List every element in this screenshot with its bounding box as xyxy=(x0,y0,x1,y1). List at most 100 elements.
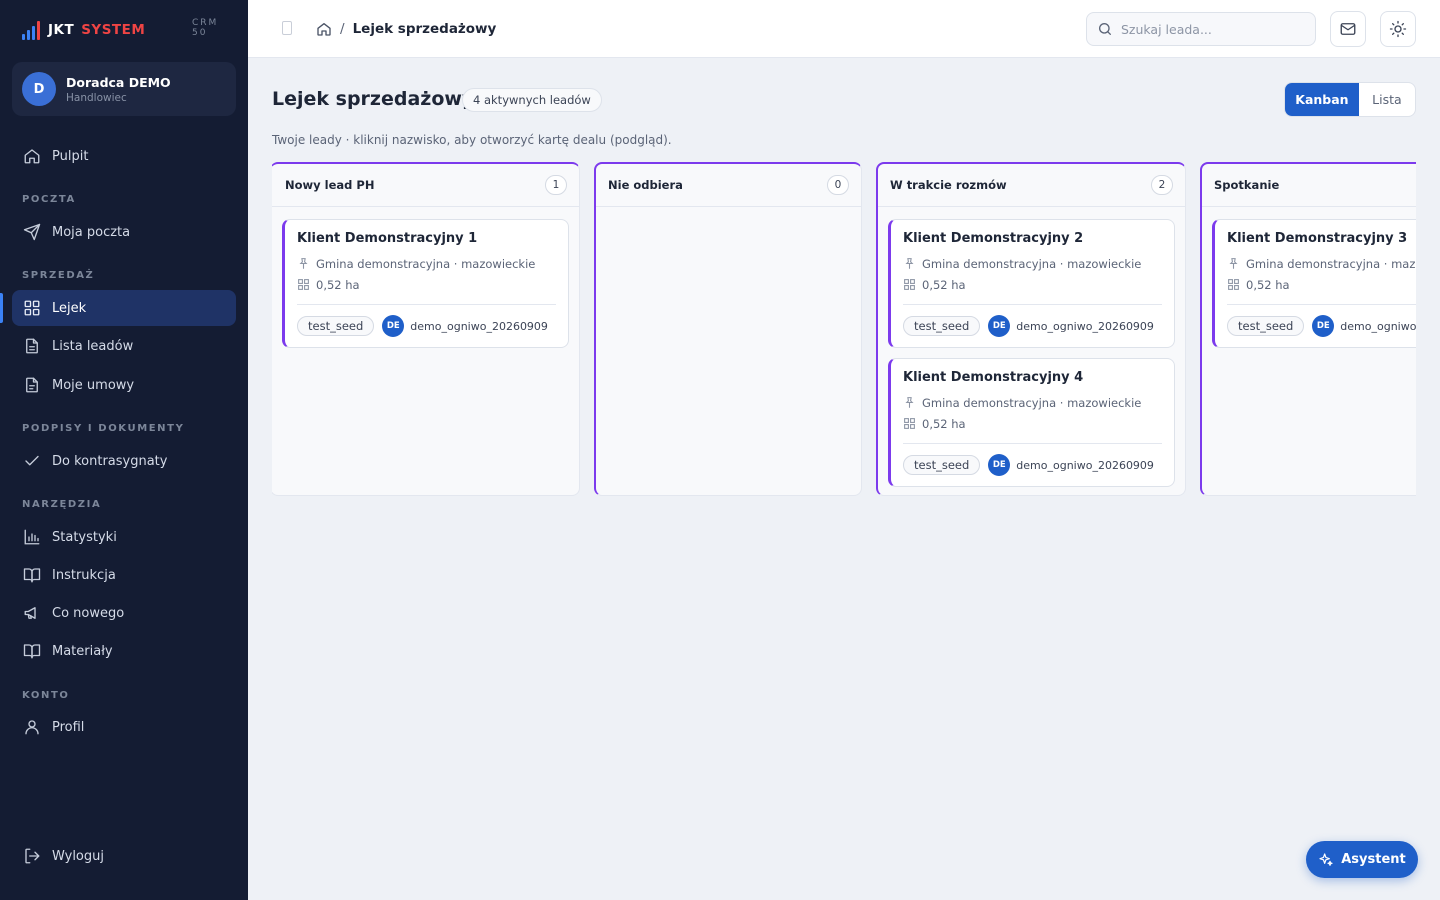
sidebar-item-label: Do kontrasygnaty xyxy=(52,453,168,469)
theme-toggle-button[interactable] xyxy=(1380,11,1416,47)
lead-location: Gmina demonstracyjna · mazowieckie xyxy=(903,253,1162,274)
column-header: Nie odbiera 0 xyxy=(596,164,861,207)
sidebar-item-profil[interactable]: Profil xyxy=(12,709,236,745)
user-role: Handlowiec xyxy=(66,91,127,104)
send-icon xyxy=(23,223,41,241)
column-title: Nowy lead PH xyxy=(285,178,375,192)
document-icon xyxy=(26,338,38,354)
view-kanban-button[interactable]: Kanban xyxy=(1285,83,1359,116)
lead-area: 0,52 ha xyxy=(903,274,1162,295)
sidebar-item-lista[interactable]: Lista leadów xyxy=(12,328,236,364)
column-title: W trakcie rozmów xyxy=(890,178,1007,192)
breadcrumb: / Lejek sprzedażowy xyxy=(316,18,496,40)
page-subtitle: Twoje leady · kliknij nazwisko, aby otwo… xyxy=(272,133,672,147)
sidebar-item-label: Moje umowy xyxy=(52,377,135,393)
home-icon[interactable] xyxy=(316,21,332,37)
kanban-column-spotkanie: Spotkanie Klient Demonstracyjny 3 Gmina … xyxy=(1200,162,1416,496)
sidebar-item-label: Profil xyxy=(52,719,85,735)
owner-name: demo_ogniwo_20260909 xyxy=(1016,458,1154,472)
column-header: W trakcie rozmów 2 xyxy=(878,164,1185,207)
lead-name[interactable]: Klient Demonstracyjny 3 xyxy=(1227,231,1416,246)
logout-button[interactable]: Wyloguj xyxy=(12,838,236,874)
sidebar-item-materialy[interactable]: Materiały xyxy=(12,633,236,669)
lead-area-text: 0,52 ha xyxy=(922,277,966,292)
nav-section-konto: KONTO xyxy=(22,690,70,701)
lead-location-text: Gmina demonstracyjna · mazowieckie xyxy=(316,256,536,271)
sidebar-item-label: Moja poczta xyxy=(52,224,131,240)
assistant-button[interactable]: Asystent xyxy=(1306,841,1418,878)
user-card[interactable]: D Doradca DEMO Handlowiec xyxy=(12,62,236,116)
sidebar-item-label: Materiały xyxy=(52,643,113,659)
mail-button[interactable] xyxy=(1330,11,1366,47)
lead-area: 0,52 ha xyxy=(297,274,556,295)
grid-icon xyxy=(904,279,915,290)
sidebar-item-co-nowego[interactable]: Co nowego xyxy=(12,595,236,631)
owner-name: demo_ogniwo_20260909 xyxy=(410,319,548,333)
sidebar-item-kontrasygnaty[interactable]: Do kontrasygnaty xyxy=(12,443,236,479)
brand-crm-label: CRM 50 xyxy=(192,18,222,38)
view-list-button[interactable]: Lista xyxy=(1359,83,1415,116)
sidebar-item-lejek[interactable]: Lejek xyxy=(0,290,236,326)
lead-name[interactable]: Klient Demonstracyjny 4 xyxy=(903,370,1162,385)
book-icon xyxy=(23,644,41,659)
kanban-column-nie-odbiera: Nie odbiera 0 xyxy=(594,162,862,496)
lead-card[interactable]: Klient Demonstracyjny 2 Gmina demonstrac… xyxy=(888,219,1175,348)
assistant-label: Asystent xyxy=(1341,852,1406,867)
grid-icon xyxy=(1228,279,1239,290)
check-icon xyxy=(25,455,39,466)
column-header: Spotkanie xyxy=(1202,164,1416,207)
lead-tag: test_seed xyxy=(903,316,981,336)
kanban-board: Nowy lead PH 1 Klient Demonstracyjny 1 G… xyxy=(272,162,1416,496)
lead-card[interactable]: Klient Demonstracyjny 3 Gmina demonstrac… xyxy=(1212,219,1416,348)
contract-icon xyxy=(26,377,38,393)
sidebar-item-instrukcja[interactable]: Instrukcja xyxy=(12,557,236,593)
owner-avatar: DE xyxy=(988,454,1011,476)
lead-name[interactable]: Klient Demonstracyjny 2 xyxy=(903,231,1162,246)
lead-area-text: 0,52 ha xyxy=(316,277,360,292)
book-open-icon xyxy=(23,568,41,583)
sidebar-item-label: Lejek xyxy=(52,300,87,316)
card-footer: test_seed DE demo_ogniwo_20260909 xyxy=(297,315,548,337)
sidebar: JKT SYSTEM CRM 50 D Doradca DEMO Handlow… xyxy=(0,0,248,900)
sidebar-item-label: Pulpit xyxy=(52,148,89,164)
lead-card[interactable]: Klient Demonstracyjny 1 Gmina demonstrac… xyxy=(282,219,569,348)
breadcrumb-current: Lejek sprzedażowy xyxy=(352,21,497,37)
sidebar-item-pulpit[interactable]: Pulpit xyxy=(12,138,236,174)
breadcrumb-separator: / xyxy=(340,21,345,37)
lead-area: 0,52 ha xyxy=(903,413,1162,434)
user-info: Doradca DEMO Handlowiec xyxy=(66,75,171,104)
lead-location-text: Gmina demonstracyjna · mazowieckie xyxy=(922,395,1142,410)
sidebar-toggle-icon[interactable] xyxy=(282,21,292,35)
topbar: / Lejek sprzedażowy xyxy=(248,0,1440,58)
lead-location: Gmina demonstracyjna · mazowieckie xyxy=(903,392,1162,413)
search-input[interactable] xyxy=(1121,21,1301,37)
lead-location: Gmina demonstracyjna · mazowieckie xyxy=(1227,253,1416,274)
brand-accent: SYSTEM xyxy=(81,22,146,38)
lead-name[interactable]: Klient Demonstracyjny 1 xyxy=(297,231,556,246)
megaphone-icon xyxy=(24,607,36,619)
pin-icon xyxy=(905,258,914,269)
card-divider xyxy=(297,304,556,305)
lead-tag: test_seed xyxy=(903,455,981,475)
lead-card[interactable]: Klient Demonstracyjny 4 Gmina demonstrac… xyxy=(888,358,1175,487)
owner-avatar: DE xyxy=(382,315,405,337)
sidebar-item-umowy[interactable]: Moje umowy xyxy=(12,367,236,403)
card-divider xyxy=(903,443,1162,444)
owner-name: demo_ogniwo_20260909 xyxy=(1340,319,1416,333)
signal-bars-icon xyxy=(22,20,40,40)
mail-icon xyxy=(1340,23,1356,35)
user-icon xyxy=(25,720,39,735)
grid-icon xyxy=(904,418,915,429)
sidebar-item-poczta[interactable]: Moja poczta xyxy=(12,214,236,250)
column-count: 1 xyxy=(545,175,567,195)
brand-logo[interactable]: JKT SYSTEM CRM 50 xyxy=(22,18,226,42)
column-header: Nowy lead PH 1 xyxy=(272,164,579,207)
sidebar-item-label: Lista leadów xyxy=(52,338,134,354)
lead-tag: test_seed xyxy=(297,316,375,336)
brand-version-text: 50 xyxy=(192,28,208,38)
sidebar-item-statystyki[interactable]: Statystyki xyxy=(12,519,236,555)
card-footer: test_seed DE demo_ogniwo_20260909 xyxy=(903,315,1154,337)
nav-section-narzedzia: NARZĘDZIA xyxy=(22,499,102,510)
nav-section-poczta: POCZTA xyxy=(22,194,76,205)
owner-avatar: DE xyxy=(988,315,1011,337)
